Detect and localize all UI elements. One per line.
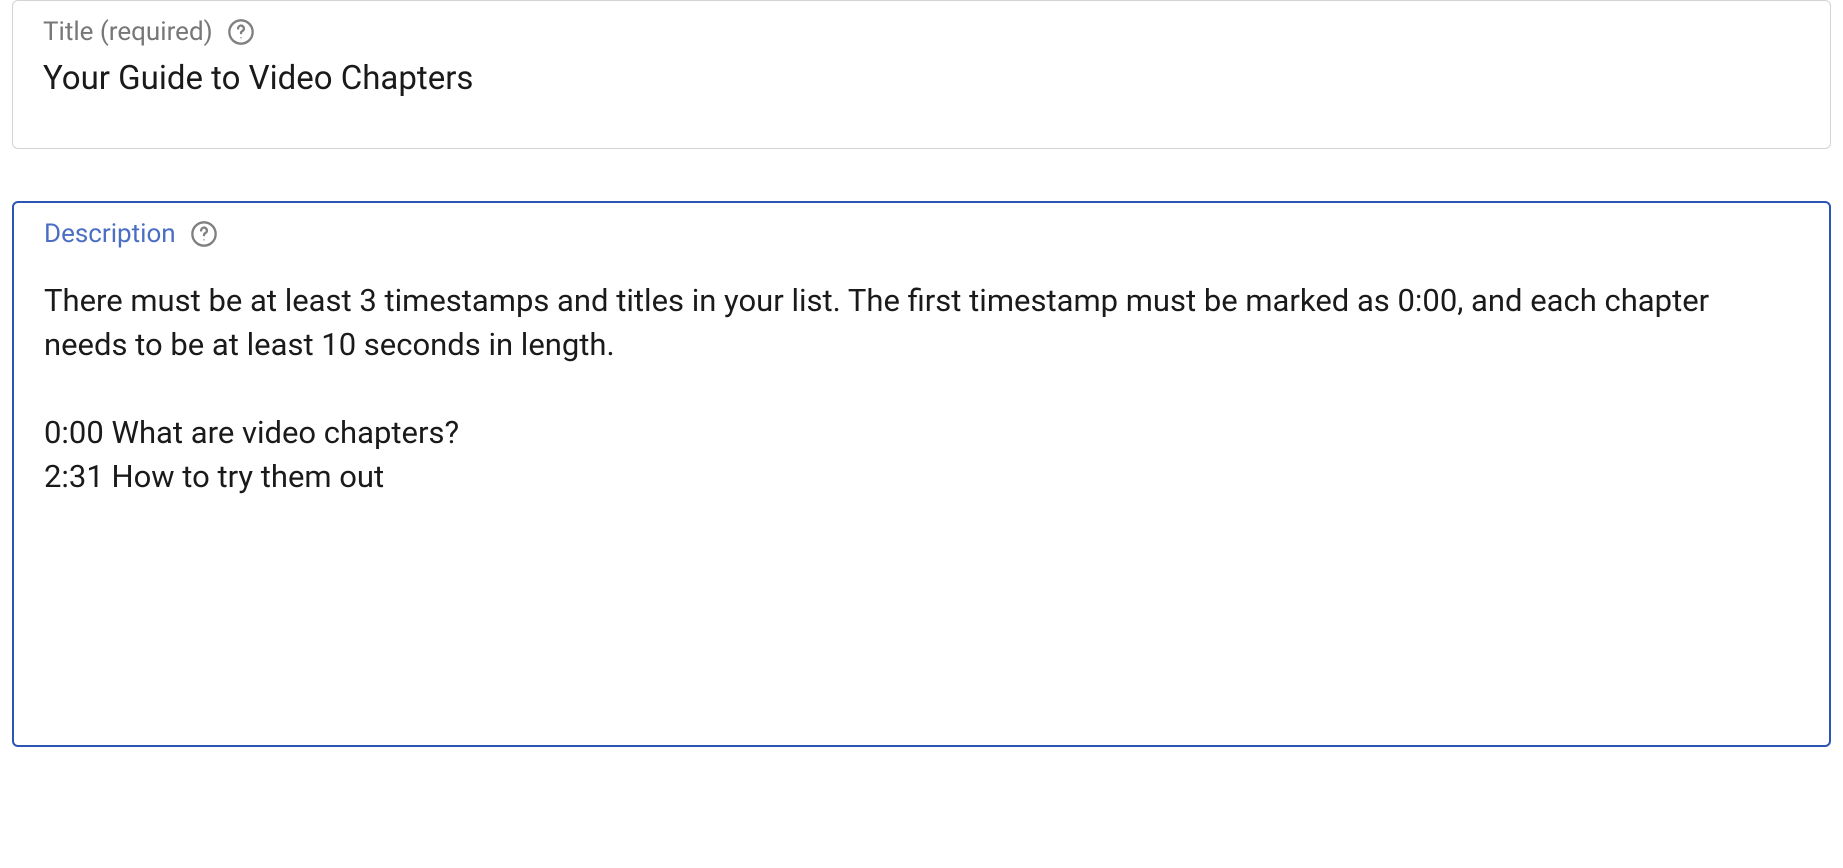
description-label: Description xyxy=(44,219,176,249)
title-input[interactable] xyxy=(43,59,1800,98)
title-field-container: Title (required) xyxy=(12,0,1831,149)
description-label-row: Description xyxy=(44,219,1799,249)
description-field-container: Description xyxy=(12,201,1831,747)
title-label: Title (required) xyxy=(43,17,213,47)
help-circle-icon[interactable] xyxy=(190,220,218,248)
title-label-row: Title (required) xyxy=(43,17,1800,47)
help-circle-icon[interactable] xyxy=(227,18,255,46)
description-textarea[interactable] xyxy=(44,261,1799,541)
